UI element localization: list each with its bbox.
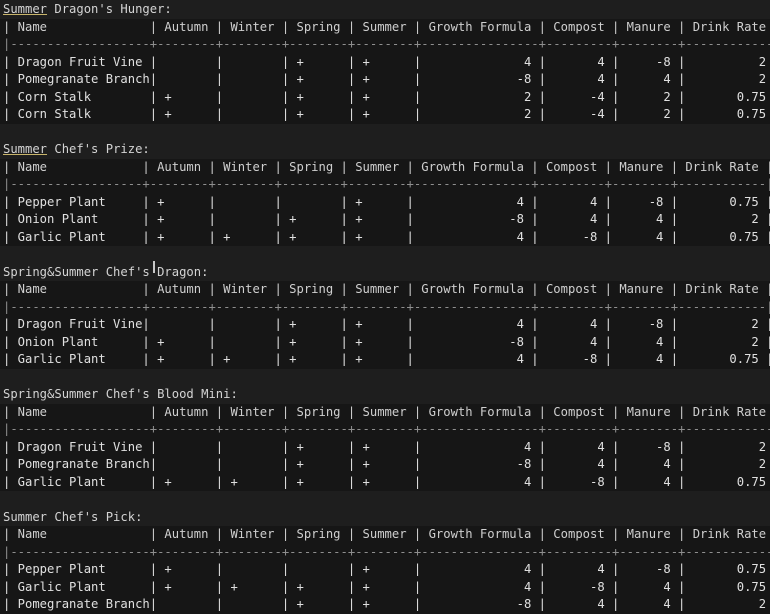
table-row: | Garlic Plant | + | + | + | + | 4 | -8 … <box>0 578 770 596</box>
section-title: Summer Dragon's Hunger: <box>0 1 770 19</box>
terminal-output: Summer Dragon's Hunger: | Name | Autumn |… <box>0 0 770 614</box>
section-title: Summer Chef's Pick: <box>0 509 770 527</box>
table-row: | Pomegranate Branch| | | + | + | -8 | 4… <box>0 71 770 89</box>
section-title: Spring&Summer Chef's Blood Mini: <box>0 386 770 404</box>
table-section: Summer Chef's Prize: | Name | Autumn | Wi… <box>0 141 770 246</box>
table-row: | Dragon Fruit Vine| | | + | + | 4 | 4 |… <box>0 316 770 334</box>
table-header-row: | Name | Autumn | Winter | Spring | Summ… <box>0 281 770 299</box>
table-row: | Pepper Plant | + | | | + | 4 | 4 | -8 … <box>0 561 770 579</box>
table-row: | Garlic Plant | + | + | + | + | 4 | -8 … <box>0 473 770 491</box>
section-title-keyword: Summer <box>3 142 48 156</box>
table-row: | Onion Plant | + | | + | + | -8 | 4 | 4… <box>0 333 770 351</box>
table-row: | Corn Stalk | + | | + | + | 2 | -4 | 2 … <box>0 88 770 106</box>
table-section: Summer Dragon's Hunger: | Name | Autumn |… <box>0 1 770 124</box>
table-row: | Garlic Plant | + | + | + | + | 4 | -8 … <box>0 228 770 246</box>
table-separator: |------------------+--------+--------+--… <box>0 298 770 316</box>
table-row: | Onion Plant | + | | + | + | -8 | 4 | 4… <box>0 211 770 229</box>
table-row: | Pepper Plant | + | | | + | 4 | 4 | -8 … <box>0 193 770 211</box>
section-title-text: Spring&Summer Chef's Blood Mini: <box>3 387 238 401</box>
section-title-text: Summer Chef's Pick: <box>3 509 143 524</box>
table-separator: |------------------+--------+--------+--… <box>0 176 770 194</box>
table-row: | Garlic Plant | + | + | + | + | 4 | -8 … <box>0 351 770 369</box>
section-title-text: Dragon's Hunger: <box>47 2 172 16</box>
text-cursor-icon <box>153 261 155 273</box>
table-section: Spring&Summer Chef's Blood Mini: | Name |… <box>0 386 770 491</box>
section-title-text: Chef's Prize: <box>47 142 150 156</box>
section-title-text: Spring&Summer Chef's Dragon: <box>3 264 209 279</box>
table-row: | Pomegranate Branch| | | + | + | -8 | 4… <box>0 456 770 474</box>
table-separator: |-------------------+--------+--------+-… <box>0 36 770 54</box>
table-section: Summer Chef's Pick: | Name | Autumn | Win… <box>0 509 770 614</box>
section-title: Spring&Summer Chef's Dragon: <box>0 264 770 282</box>
table-separator: |-------------------+--------+--------+-… <box>0 421 770 439</box>
table-header-row: | Name | Autumn | Winter | Spring | Summ… <box>0 526 770 544</box>
table-row: | Dragon Fruit Vine | | | + | + | 4 | 4 … <box>0 53 770 71</box>
table-row: | Corn Stalk | + | | + | + | 2 | -4 | 2 … <box>0 106 770 124</box>
table-header-row: | Name | Autumn | Winter | Spring | Summ… <box>0 403 770 421</box>
table-header-row: | Name | Autumn | Winter | Spring | Summ… <box>0 18 770 36</box>
table-header-row: | Name | Autumn | Winter | Spring | Summ… <box>0 158 770 176</box>
section-title-keyword: Summer <box>3 2 48 16</box>
section-title: Summer Chef's Prize: <box>0 141 770 159</box>
table-separator: |-------------------+--------+--------+-… <box>0 543 770 561</box>
table-row: | Dragon Fruit Vine | | | + | + | 4 | 4 … <box>0 438 770 456</box>
table-section: Spring&Summer Chef's Dragon: | Name | Aut… <box>0 264 770 369</box>
